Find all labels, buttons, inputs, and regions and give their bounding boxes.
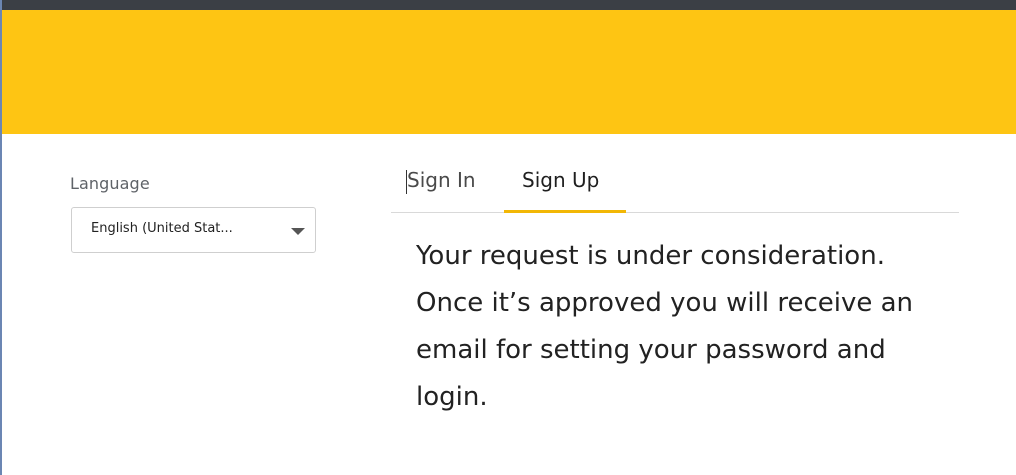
tab-sign-in[interactable]: Sign In [406, 168, 476, 194]
tab-sign-up[interactable]: Sign Up [522, 168, 599, 192]
top-dark-bar [2, 0, 1016, 10]
brand-header-band [2, 10, 1016, 134]
page-frame: Language English (United Stat... Sign In… [0, 0, 1016, 475]
consideration-message: Your request is under consideration. Onc… [416, 241, 914, 412]
language-select-value: English (United Stat... [91, 221, 233, 236]
auth-tabs: Sign In Sign Up [391, 160, 959, 213]
language-label: Language [70, 174, 150, 193]
language-select[interactable]: English (United Stat... [71, 207, 316, 253]
caret-down-icon [291, 228, 305, 235]
active-tab-indicator [504, 210, 626, 213]
